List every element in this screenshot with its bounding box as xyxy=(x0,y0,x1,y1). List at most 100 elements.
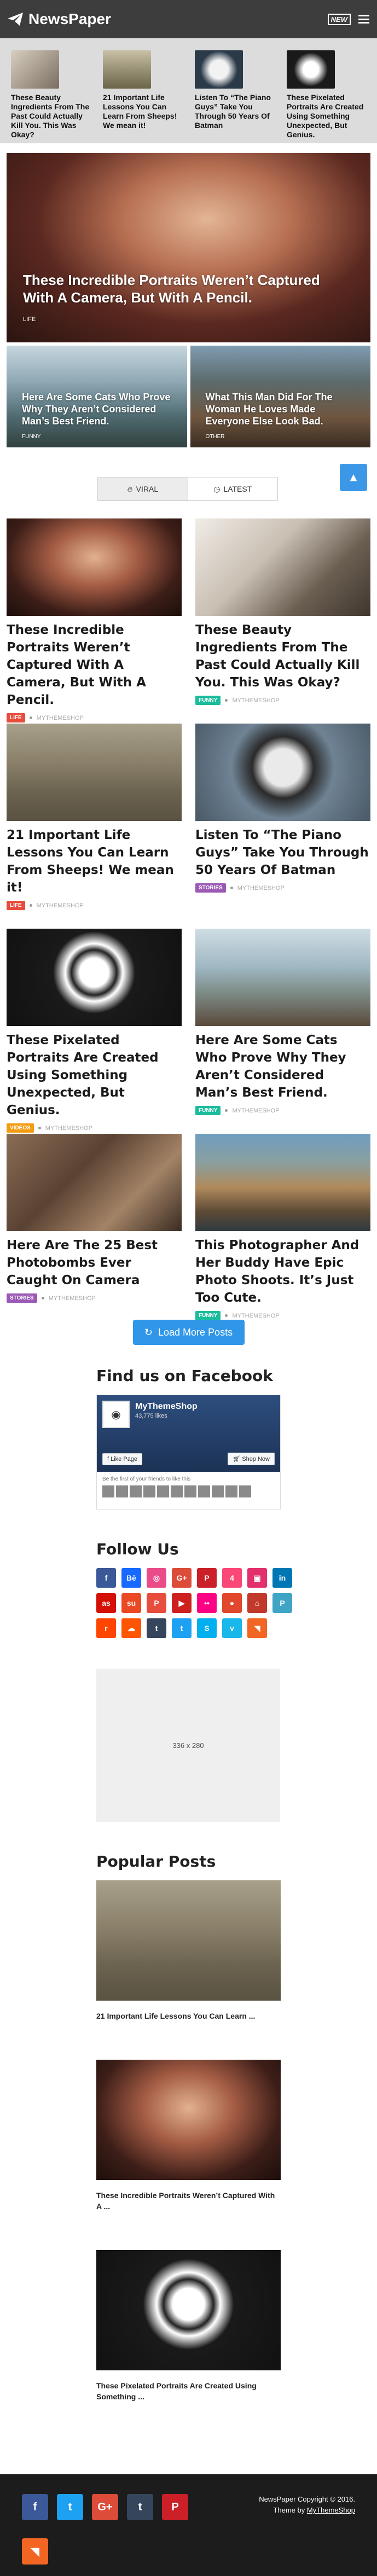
ticker-item[interactable]: These Beauty Ingredients From The Past C… xyxy=(4,50,96,143)
google-plus-icon[interactable]: G+ xyxy=(172,1568,192,1588)
featured-main-title[interactable]: These Incredible Portraits Weren’t Captu… xyxy=(23,271,338,306)
load-more-button[interactable]: ↻ Load More Posts xyxy=(132,1320,245,1345)
dribbble-icon[interactable]: ◎ xyxy=(147,1568,166,1588)
post-image[interactable] xyxy=(195,724,370,821)
post-category-badge[interactable]: STORIES xyxy=(7,1293,37,1303)
post-author[interactable]: MYTHEMESHOP xyxy=(237,885,285,891)
featured-right-post[interactable]: What This Man Did For The Woman He Loves… xyxy=(190,346,370,447)
ticker-title[interactable]: These Beauty Ingredients From The Past C… xyxy=(7,93,94,139)
popular-post-title[interactable]: These Incredible Portraits Weren’t Captu… xyxy=(96,2190,281,2212)
post-title[interactable]: Listen To “The Piano Guys” Take You Thro… xyxy=(195,826,370,879)
pinterest-alt-icon[interactable]: P xyxy=(147,1593,166,1613)
rss-icon[interactable]: ◥ xyxy=(247,1618,267,1638)
tumblr-icon[interactable]: t xyxy=(127,2494,153,2520)
tab-viral[interactable]: 🔥︎ VIRAL xyxy=(98,477,188,500)
twitter-icon[interactable]: t xyxy=(57,2494,83,2520)
featured-right-title[interactable]: What This Man Did For The Woman He Loves… xyxy=(206,391,360,427)
behance-icon[interactable]: Bē xyxy=(121,1568,141,1588)
post-author[interactable]: MYTHEMESHOP xyxy=(232,1108,279,1114)
post-image[interactable] xyxy=(195,929,370,1026)
post-image[interactable] xyxy=(7,929,182,1026)
featured-left-title[interactable]: Here Are Some Cats Who Prove Why They Ar… xyxy=(22,391,176,427)
twitter-icon[interactable]: t xyxy=(172,1618,192,1638)
popular-post-title[interactable]: 21 Important Life Lessons You Can Learn … xyxy=(96,2010,281,2021)
ticker-title[interactable]: Listen To “The Piano Guys” Take You Thro… xyxy=(190,93,278,130)
soundcloud-icon[interactable]: ☁ xyxy=(121,1618,141,1638)
post-title[interactable]: Here Are Some Cats Who Prove Why They Ar… xyxy=(195,1031,370,1101)
ticker-item[interactable]: 21 Important Life Lessons You Can Learn … xyxy=(96,50,188,143)
post-title[interactable]: 21 Important Life Lessons You Can Learn … xyxy=(7,826,182,896)
post-author[interactable]: MYTHEMESHOP xyxy=(37,715,84,721)
foursquare-icon[interactable]: 4 xyxy=(222,1568,242,1588)
scroll-to-top-button[interactable]: ▲ xyxy=(340,464,367,491)
reddit-icon[interactable]: r xyxy=(96,1618,116,1638)
popular-post-image[interactable] xyxy=(96,2060,281,2180)
ticker-title[interactable]: 21 Important Life Lessons You Can Learn … xyxy=(98,93,186,130)
featured-left-post[interactable]: Here Are Some Cats Who Prove Why They Ar… xyxy=(7,346,187,447)
ticker-title[interactable]: These Pixelated Portraits Are Created Us… xyxy=(282,93,370,139)
store-icon[interactable]: ⌂ xyxy=(247,1593,267,1613)
ticker-thumbnail[interactable] xyxy=(11,50,59,89)
post-title[interactable]: Here Are The 25 Best Photobombs Ever Cau… xyxy=(7,1237,182,1289)
pinterest-icon[interactable]: P xyxy=(162,2494,188,2520)
featured-main-post[interactable]: These Incredible Portraits Weren’t Captu… xyxy=(7,153,370,342)
post-author[interactable]: MYTHEMESHOP xyxy=(232,697,279,704)
post-category-badge[interactable]: LIFE xyxy=(7,713,25,722)
facebook-icon[interactable]: f xyxy=(22,2494,48,2520)
facebook-page-plugin[interactable]: ◉ MyThemeShop 43,775 likes f Like Page 🛒… xyxy=(96,1395,281,1510)
featured-right-category[interactable]: OTHER xyxy=(206,434,360,440)
ticker-thumbnail[interactable] xyxy=(287,50,335,89)
rss-icon[interactable]: ◥ xyxy=(22,2538,48,2565)
post-image[interactable] xyxy=(195,518,370,616)
post-image[interactable] xyxy=(195,1134,370,1231)
ticker-thumbnail[interactable] xyxy=(195,50,243,89)
featured-main-category[interactable]: LIFE xyxy=(23,316,338,323)
popular-post-title[interactable]: These Pixelated Portraits Are Created Us… xyxy=(96,2380,281,2402)
ticker-thumbnail[interactable] xyxy=(103,50,151,89)
linkedin-icon[interactable]: in xyxy=(272,1568,292,1588)
fb-page-name[interactable]: MyThemeShop xyxy=(135,1402,198,1412)
post-author[interactable]: MYTHEMESHOP xyxy=(37,902,84,909)
ticker-item[interactable]: Listen To “The Piano Guys” Take You Thro… xyxy=(188,50,280,143)
fb-shop-now-button[interactable]: 🛒︎ Shop Now xyxy=(228,1453,275,1465)
post-title[interactable]: This Photographer And Her Buddy Have Epi… xyxy=(195,1237,370,1307)
post-category-badge[interactable]: STORIES xyxy=(195,883,226,893)
post-author[interactable]: MYTHEMESHOP xyxy=(49,1295,96,1302)
stumbleupon-icon[interactable]: su xyxy=(121,1593,141,1613)
skype-icon[interactable]: S xyxy=(197,1618,217,1638)
post-title[interactable]: These Incredible Portraits Weren’t Captu… xyxy=(7,621,182,709)
popular-post-image[interactable] xyxy=(96,1880,281,2001)
github-icon[interactable]: ● xyxy=(222,1593,242,1613)
pinterest-icon[interactable]: P xyxy=(197,1568,217,1588)
ad-placeholder[interactable]: 336 x 280 xyxy=(96,1669,280,1822)
lastfm-icon[interactable]: as xyxy=(96,1593,116,1613)
post-category-badge[interactable]: FUNNY xyxy=(195,1106,221,1115)
post-category-badge[interactable]: VIDEOS xyxy=(7,1123,34,1133)
post-title[interactable]: These Beauty Ingredients From The Past C… xyxy=(195,621,370,691)
instagram-icon[interactable]: ▣ xyxy=(247,1568,267,1588)
periscope-icon[interactable]: P xyxy=(272,1593,292,1613)
post-title[interactable]: These Pixelated Portraits Are Created Us… xyxy=(7,1031,182,1119)
post-image[interactable] xyxy=(7,518,182,616)
flickr-icon[interactable]: •• xyxy=(197,1593,217,1613)
site-logo[interactable]: NewsPaper xyxy=(8,10,111,28)
post-image[interactable] xyxy=(7,724,182,821)
post-category-badge[interactable]: LIFE xyxy=(7,901,25,910)
post-author[interactable]: MYTHEMESHOP xyxy=(232,1313,279,1319)
mythemeshop-link[interactable]: MyThemeShop xyxy=(307,2506,355,2514)
tab-latest[interactable]: ◷ LATEST xyxy=(187,477,278,500)
featured-left-category[interactable]: FUNNY xyxy=(22,434,176,440)
fb-like-page-button[interactable]: f Like Page xyxy=(102,1453,143,1465)
new-badge[interactable]: NEW xyxy=(327,13,351,25)
vimeo-icon[interactable]: v xyxy=(222,1618,242,1638)
popular-post-image[interactable] xyxy=(96,2250,281,2370)
hamburger-menu-icon[interactable] xyxy=(358,15,369,24)
ticker-item[interactable]: These Pixelated Portraits Are Created Us… xyxy=(280,50,372,143)
post-image[interactable] xyxy=(7,1134,182,1231)
post-category-badge[interactable]: FUNNY xyxy=(195,1311,221,1320)
youtube-icon[interactable]: ▶ xyxy=(172,1593,192,1613)
google-plus-icon[interactable]: G+ xyxy=(92,2494,118,2520)
facebook-icon[interactable]: f xyxy=(96,1568,116,1588)
post-category-badge[interactable]: FUNNY xyxy=(195,696,221,705)
post-author[interactable]: MYTHEMESHOP xyxy=(45,1125,92,1132)
